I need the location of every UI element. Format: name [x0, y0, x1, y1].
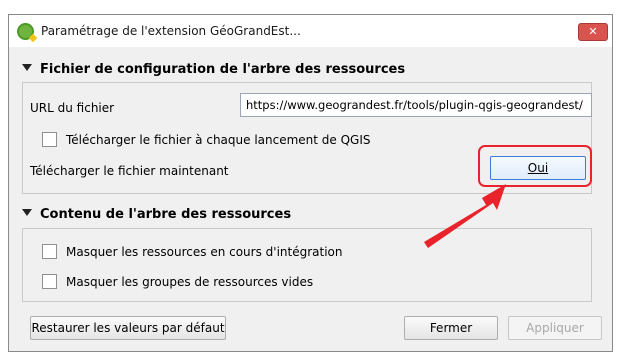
arrow-shape — [424, 184, 506, 248]
annotation-arrow — [424, 184, 506, 248]
